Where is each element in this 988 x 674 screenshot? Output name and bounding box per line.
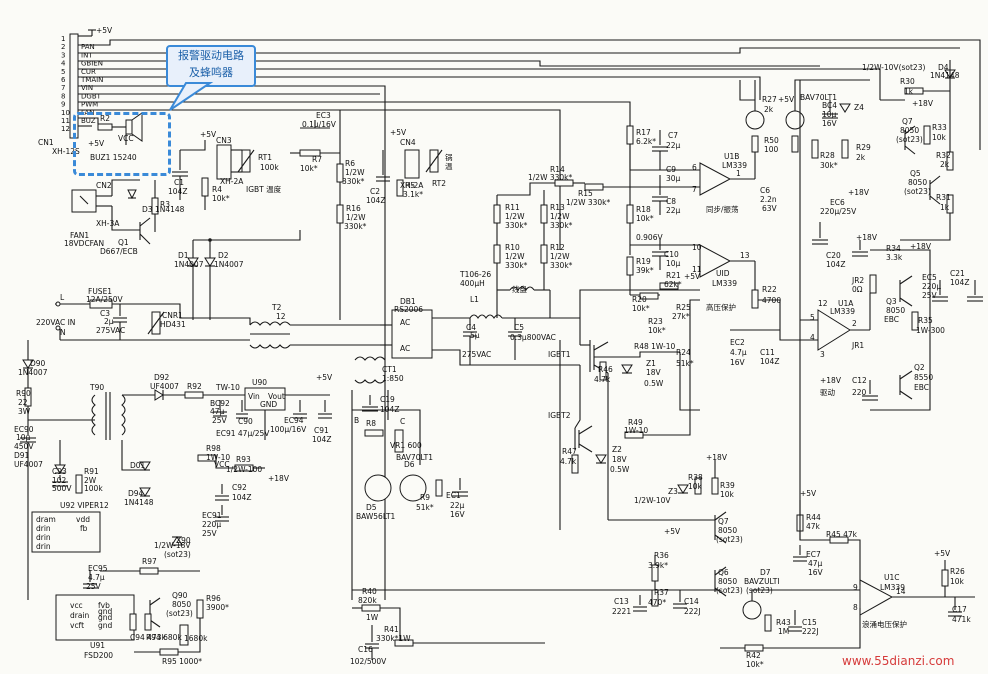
site-watermark: www.55dianzi.com bbox=[842, 654, 955, 668]
buzzer-highlight-box bbox=[73, 112, 171, 176]
callout-pointer bbox=[169, 82, 214, 111]
schematic-stage: 1 2 PAN 3 INT 4 GBIEN 5 CUR 6 TMAIN 7 VIN 8 DGBT 9 PWM 10… bbox=[0, 0, 988, 674]
